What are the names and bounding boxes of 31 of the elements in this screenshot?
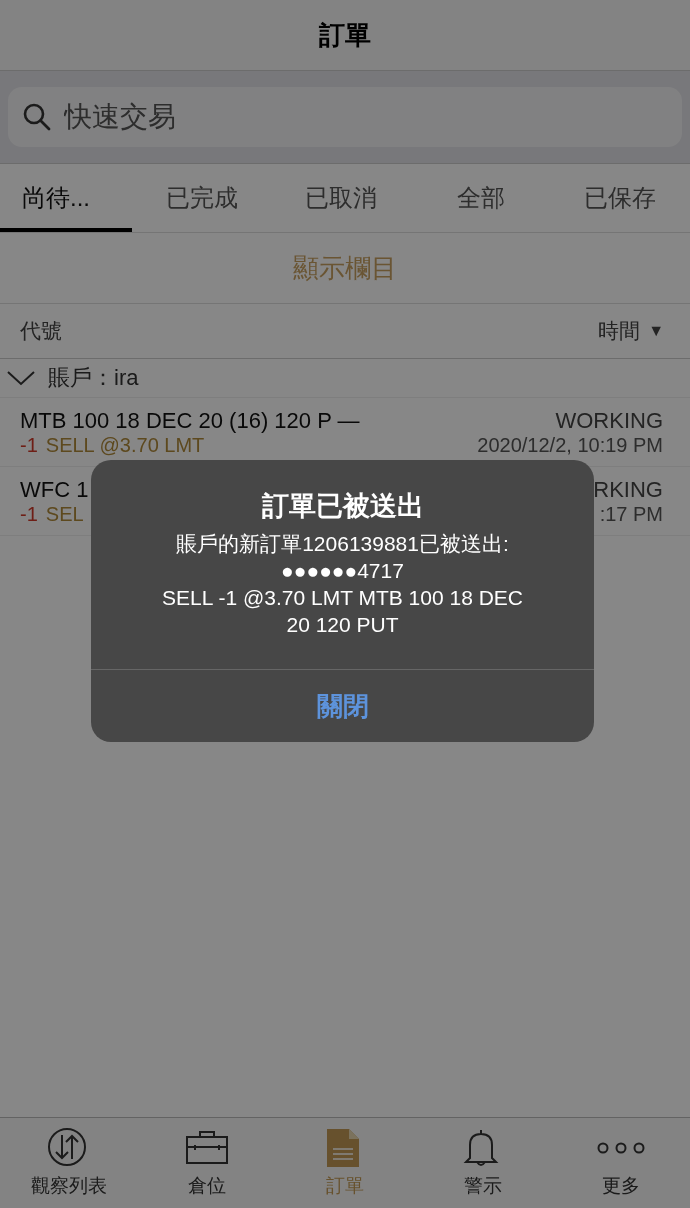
order-status: WORKING — [555, 407, 663, 434]
order-symbol: WFC 1 — [20, 476, 89, 503]
tab-bar-item[interactable]: 更多 — [552, 1118, 690, 1208]
more-icon — [596, 1142, 646, 1154]
order-quantity: -1 — [20, 433, 38, 457]
order-time: :17 PM — [599, 502, 663, 526]
order-tab[interactable]: 已保存 — [550, 164, 690, 232]
search-field[interactable]: 快速交易 — [8, 87, 682, 147]
screen-title: 訂單 — [319, 18, 371, 52]
order-action: SELL @3.70 LMT — [45, 433, 205, 457]
account-label[interactable]: 賬戶：ira — [48, 363, 139, 393]
tab-bar-item[interactable]: 觀察列表 — [0, 1118, 138, 1208]
close-button[interactable]: 關閉 — [91, 670, 594, 742]
column-label: 代號 — [20, 318, 62, 344]
sort-indicator: ▼ — [648, 322, 664, 340]
order-tab[interactable]: 已完成 — [132, 164, 272, 232]
alert-message: 賬戶的新訂單1206139881已被送出: — [176, 530, 509, 557]
order-tab[interactable]: 尚待... — [0, 164, 132, 232]
order-status: RKING — [593, 476, 663, 503]
order-tab[interactable]: 全部 — [411, 164, 551, 232]
order-symbol: MTB 100 18 DEC 20 (16) 120 P — — [20, 407, 360, 434]
order-tab[interactable]: 已取消 — [271, 164, 411, 232]
alert-message: SELL -1 @3.70 LMT MTB 100 18 DEC 20 120 PUT — [161, 584, 524, 638]
order-time: 2020/12/2, 10:19 PM — [477, 433, 663, 457]
order-quantity: -1 — [20, 502, 38, 526]
alert-message: ●●●●●●4717 — [281, 557, 404, 584]
tab-bar-item[interactable]: 倉位 — [138, 1118, 276, 1208]
order-action: SEL — [45, 502, 84, 526]
sort-button[interactable]: 時間 — [598, 317, 641, 345]
tab-bar-item[interactable]: 警示 — [414, 1118, 552, 1208]
alert-title: 訂單已被送出 — [261, 489, 424, 523]
